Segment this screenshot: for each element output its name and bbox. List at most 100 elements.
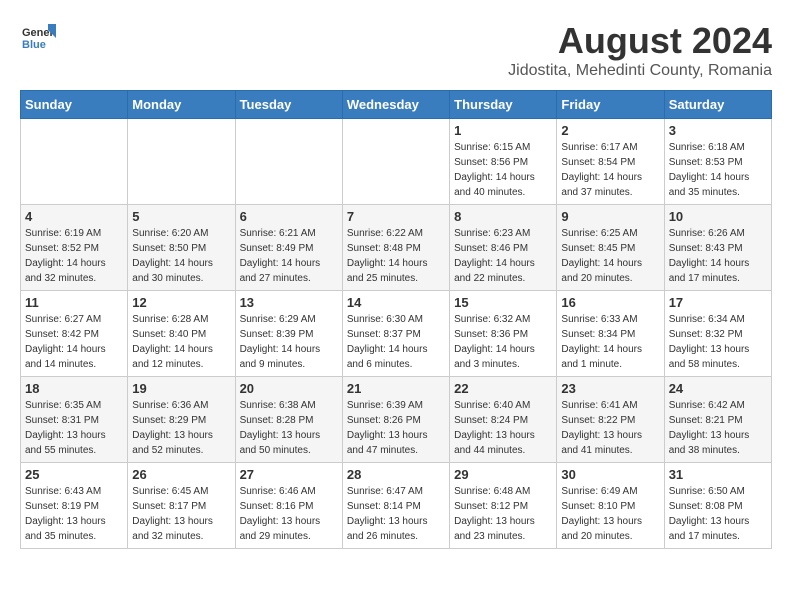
week-row-2: 4Sunrise: 6:19 AM Sunset: 8:52 PM Daylig… xyxy=(21,205,772,291)
week-row-3: 11Sunrise: 6:27 AM Sunset: 8:42 PM Dayli… xyxy=(21,291,772,377)
day-number: 12 xyxy=(132,295,230,310)
calendar-cell: 29 Sunrise: 6:48 AM Sunset: 8:12 PM Dayli… xyxy=(450,463,557,549)
calendar-cell: 19 Sunrise: 6:36 AM Sunset: 8:29 PM Dayli… xyxy=(128,377,235,463)
calendar-cell: 6Sunrise: 6:21 AM Sunset: 8:49 PM Daylig… xyxy=(235,205,342,291)
week-row-4: 18 Sunrise: 6:35 AM Sunset: 8:31 PM Dayli… xyxy=(21,377,772,463)
page-header: General Blue August 2024 Jidostita, Mehe… xyxy=(20,20,772,80)
calendar-cell: 5 Sunrise: 6:20 AM Sunset: 8:50 PM Daylig… xyxy=(128,205,235,291)
day-number: 8 xyxy=(454,209,552,224)
calendar-cell: 24 Sunrise: 6:42 AM Sunset: 8:21 PM Dayli… xyxy=(664,377,771,463)
calendar-cell: 26 Sunrise: 6:45 AM Sunset: 8:17 PM Dayli… xyxy=(128,463,235,549)
day-info: Sunrise: 6:32 AM Sunset: 8:36 PM Dayligh… xyxy=(454,312,552,372)
day-number: 4 xyxy=(25,209,123,224)
calendar-cell: 8Sunrise: 6:23 AM Sunset: 8:46 PM Daylig… xyxy=(450,205,557,291)
calendar-cell: 14 Sunrise: 6:30 AM Sunset: 8:37 PM Dayli… xyxy=(342,291,449,377)
header-monday: Monday xyxy=(128,91,235,119)
day-number: 16 xyxy=(561,295,659,310)
header-thursday: Thursday xyxy=(450,91,557,119)
week-row-5: 25 Sunrise: 6:43 AM Sunset: 8:19 PM Dayli… xyxy=(21,463,772,549)
day-number: 7 xyxy=(347,209,445,224)
title-area: August 2024 Jidostita, Mehedinti County,… xyxy=(508,20,772,80)
calendar-cell: 4Sunrise: 6:19 AM Sunset: 8:52 PM Daylig… xyxy=(21,205,128,291)
day-info: Sunrise: 6:48 AM Sunset: 8:12 PM Dayligh… xyxy=(454,484,552,544)
day-number: 25 xyxy=(25,467,123,482)
calendar-cell: 30 Sunrise: 6:49 AM Sunset: 8:10 PM Dayli… xyxy=(557,463,664,549)
day-info: Sunrise: 6:40 AM Sunset: 8:24 PM Dayligh… xyxy=(454,398,552,458)
logo-icon: General Blue xyxy=(20,20,56,56)
day-number: 18 xyxy=(25,381,123,396)
day-info: Sunrise: 6:45 AM Sunset: 8:17 PM Dayligh… xyxy=(132,484,230,544)
day-number: 21 xyxy=(347,381,445,396)
day-number: 30 xyxy=(561,467,659,482)
calendar-cell: 16 Sunrise: 6:33 AM Sunset: 8:34 PM Dayli… xyxy=(557,291,664,377)
day-number: 26 xyxy=(132,467,230,482)
calendar-cell xyxy=(21,119,128,205)
calendar-cell: 10 Sunrise: 6:26 AM Sunset: 8:43 PM Dayli… xyxy=(664,205,771,291)
calendar-cell: 15Sunrise: 6:32 AM Sunset: 8:36 PM Dayli… xyxy=(450,291,557,377)
day-info: Sunrise: 6:49 AM Sunset: 8:10 PM Dayligh… xyxy=(561,484,659,544)
day-info: Sunrise: 6:20 AM Sunset: 8:50 PM Dayligh… xyxy=(132,226,230,286)
calendar-cell: 7 Sunrise: 6:22 AM Sunset: 8:48 PM Daylig… xyxy=(342,205,449,291)
header-wednesday: Wednesday xyxy=(342,91,449,119)
calendar-cell: 13Sunrise: 6:29 AM Sunset: 8:39 PM Dayli… xyxy=(235,291,342,377)
day-number: 2 xyxy=(561,123,659,138)
calendar-cell: 21 Sunrise: 6:39 AM Sunset: 8:26 PM Dayli… xyxy=(342,377,449,463)
calendar-cell: 18 Sunrise: 6:35 AM Sunset: 8:31 PM Dayli… xyxy=(21,377,128,463)
calendar-cell: 2 Sunrise: 6:17 AM Sunset: 8:54 PM Daylig… xyxy=(557,119,664,205)
svg-text:Blue: Blue xyxy=(22,39,46,51)
day-number: 27 xyxy=(240,467,338,482)
calendar-cell: 20Sunrise: 6:38 AM Sunset: 8:28 PM Dayli… xyxy=(235,377,342,463)
day-info: Sunrise: 6:43 AM Sunset: 8:19 PM Dayligh… xyxy=(25,484,123,544)
day-info: Sunrise: 6:26 AM Sunset: 8:43 PM Dayligh… xyxy=(669,226,767,286)
day-info: Sunrise: 6:34 AM Sunset: 8:32 PM Dayligh… xyxy=(669,312,767,372)
calendar-cell: 31Sunrise: 6:50 AM Sunset: 8:08 PM Dayli… xyxy=(664,463,771,549)
day-info: Sunrise: 6:33 AM Sunset: 8:34 PM Dayligh… xyxy=(561,312,659,372)
location-subtitle: Jidostita, Mehedinti County, Romania xyxy=(508,62,772,80)
day-number: 3 xyxy=(669,123,767,138)
day-number: 5 xyxy=(132,209,230,224)
day-number: 14 xyxy=(347,295,445,310)
day-number: 19 xyxy=(132,381,230,396)
calendar-cell: 22 Sunrise: 6:40 AM Sunset: 8:24 PM Dayli… xyxy=(450,377,557,463)
day-info: Sunrise: 6:28 AM Sunset: 8:40 PM Dayligh… xyxy=(132,312,230,372)
day-info: Sunrise: 6:39 AM Sunset: 8:26 PM Dayligh… xyxy=(347,398,445,458)
calendar-cell: 23 Sunrise: 6:41 AM Sunset: 8:22 PM Dayli… xyxy=(557,377,664,463)
day-number: 11 xyxy=(25,295,123,310)
calendar-cell: 27 Sunrise: 6:46 AM Sunset: 8:16 PM Dayli… xyxy=(235,463,342,549)
calendar-cell: 28Sunrise: 6:47 AM Sunset: 8:14 PM Dayli… xyxy=(342,463,449,549)
day-number: 23 xyxy=(561,381,659,396)
calendar-cell xyxy=(235,119,342,205)
day-number: 24 xyxy=(669,381,767,396)
calendar-cell: 1Sunrise: 6:15 AM Sunset: 8:56 PM Daylig… xyxy=(450,119,557,205)
calendar-cell: 9 Sunrise: 6:25 AM Sunset: 8:45 PM Daylig… xyxy=(557,205,664,291)
day-info: Sunrise: 6:25 AM Sunset: 8:45 PM Dayligh… xyxy=(561,226,659,286)
day-number: 22 xyxy=(454,381,552,396)
calendar-cell: 17Sunrise: 6:34 AM Sunset: 8:32 PM Dayli… xyxy=(664,291,771,377)
day-info: Sunrise: 6:36 AM Sunset: 8:29 PM Dayligh… xyxy=(132,398,230,458)
day-info: Sunrise: 6:35 AM Sunset: 8:31 PM Dayligh… xyxy=(25,398,123,458)
calendar-cell: 3 Sunrise: 6:18 AM Sunset: 8:53 PM Daylig… xyxy=(664,119,771,205)
calendar-cell xyxy=(128,119,235,205)
day-info: Sunrise: 6:41 AM Sunset: 8:22 PM Dayligh… xyxy=(561,398,659,458)
calendar-cell xyxy=(342,119,449,205)
day-number: 6 xyxy=(240,209,338,224)
day-number: 29 xyxy=(454,467,552,482)
day-info: Sunrise: 6:42 AM Sunset: 8:21 PM Dayligh… xyxy=(669,398,767,458)
day-number: 10 xyxy=(669,209,767,224)
day-info: Sunrise: 6:17 AM Sunset: 8:54 PM Dayligh… xyxy=(561,140,659,200)
calendar-cell: 11Sunrise: 6:27 AM Sunset: 8:42 PM Dayli… xyxy=(21,291,128,377)
day-info: Sunrise: 6:50 AM Sunset: 8:08 PM Dayligh… xyxy=(669,484,767,544)
day-number: 20 xyxy=(240,381,338,396)
header-tuesday: Tuesday xyxy=(235,91,342,119)
day-info: Sunrise: 6:46 AM Sunset: 8:16 PM Dayligh… xyxy=(240,484,338,544)
calendar-cell: 12 Sunrise: 6:28 AM Sunset: 8:40 PM Dayli… xyxy=(128,291,235,377)
day-info: Sunrise: 6:22 AM Sunset: 8:48 PM Dayligh… xyxy=(347,226,445,286)
day-number: 1 xyxy=(454,123,552,138)
day-number: 9 xyxy=(561,209,659,224)
calendar-header-row: Sunday Monday Tuesday Wednesday Thursday… xyxy=(21,91,772,119)
calendar-table: Sunday Monday Tuesday Wednesday Thursday… xyxy=(20,90,772,549)
day-info: Sunrise: 6:29 AM Sunset: 8:39 PM Dayligh… xyxy=(240,312,338,372)
day-info: Sunrise: 6:18 AM Sunset: 8:53 PM Dayligh… xyxy=(669,140,767,200)
day-info: Sunrise: 6:30 AM Sunset: 8:37 PM Dayligh… xyxy=(347,312,445,372)
header-friday: Friday xyxy=(557,91,664,119)
